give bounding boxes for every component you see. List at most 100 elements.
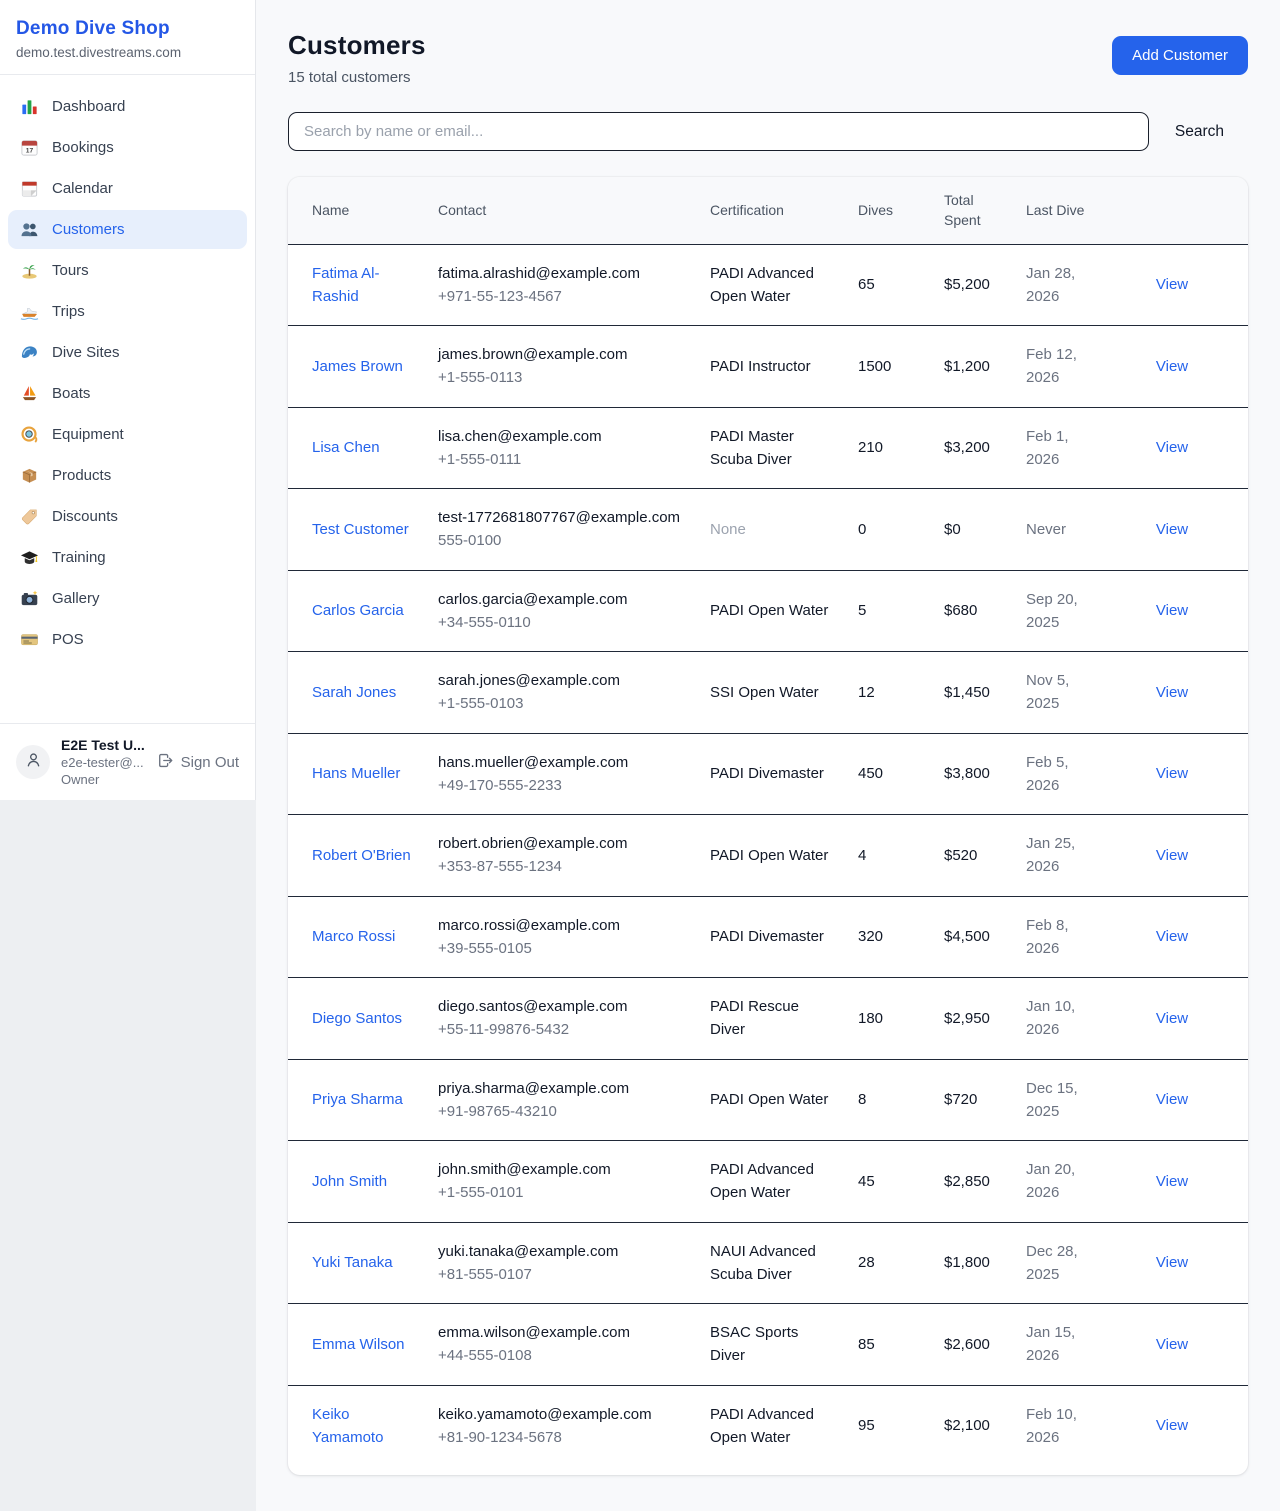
customer-certification: PADI Open Water [710, 1091, 828, 1108]
customer-name-link[interactable]: John Smith [312, 1170, 387, 1193]
customer-dives: 8 [858, 1091, 866, 1108]
sidebar-item-equipment[interactable]: Equipment [8, 415, 247, 454]
customer-last-dive: Feb 5, 2026 [1026, 754, 1069, 794]
customer-certification: PADI Open Water [710, 602, 828, 619]
view-customer-link[interactable]: View [1156, 1173, 1188, 1190]
customer-name-link[interactable]: Keiko Yamamoto [312, 1403, 414, 1450]
view-customer-link[interactable]: View [1156, 1091, 1188, 1108]
customer-email: keiko.yamamoto@example.com [438, 1403, 686, 1426]
package-icon [20, 466, 39, 485]
page-title: Customers [288, 30, 426, 61]
customer-name-link[interactable]: Robert O'Brien [312, 844, 411, 867]
customer-total-spent: $2,100 [944, 1417, 990, 1434]
customer-last-dive: Feb 8, 2026 [1026, 917, 1069, 957]
view-customer-link[interactable]: View [1156, 684, 1188, 701]
people-icon [20, 220, 39, 239]
view-customer-link[interactable]: View [1156, 276, 1188, 293]
sidebar-item-dashboard[interactable]: Dashboard [8, 87, 247, 126]
sidebar-item-bookings[interactable]: 17 Bookings [8, 128, 247, 167]
customer-certification: PADI Rescue Diver [710, 998, 799, 1038]
customer-name-link[interactable]: Sarah Jones [312, 681, 396, 704]
customer-dives: 180 [858, 1010, 883, 1027]
table-row: Robert O'Brien robert.obrien@example.com… [288, 815, 1248, 897]
customer-name-link[interactable]: Priya Sharma [312, 1088, 403, 1111]
customer-name-link[interactable]: Yuki Tanaka [312, 1251, 393, 1274]
table-header-row: Name Contact Certification Dives Total S… [288, 177, 1248, 244]
customer-name-link[interactable]: Hans Mueller [312, 762, 400, 785]
sidebar-item-label: POS [52, 631, 84, 648]
view-customer-link[interactable]: View [1156, 521, 1188, 538]
sidebar-item-calendar[interactable]: Calendar [8, 169, 247, 208]
sidebar-item-trips[interactable]: Trips [8, 292, 247, 331]
sidebar-item-dive-sites[interactable]: Dive Sites [8, 333, 247, 372]
customer-name-link[interactable]: Marco Rossi [312, 925, 395, 948]
camera-icon [20, 589, 39, 608]
customer-dives: 28 [858, 1254, 875, 1271]
sidebar-item-training[interactable]: Training [8, 538, 247, 577]
sign-out-button[interactable]: Sign Out [157, 752, 239, 773]
customer-email: carlos.garcia@example.com [438, 588, 686, 611]
customer-certification: PADI Advanced Open Water [710, 1406, 814, 1446]
sidebar-item-boats[interactable]: Boats [8, 374, 247, 413]
customer-phone: +1-555-0111 [438, 448, 686, 471]
view-customer-link[interactable]: View [1156, 1336, 1188, 1353]
sidebar-item-customers[interactable]: Customers [8, 210, 247, 249]
search-button[interactable]: Search [1149, 123, 1248, 141]
customer-total-spent: $720 [944, 1091, 977, 1108]
customer-phone: +49-170-555-2233 [438, 774, 686, 797]
column-header-contact: Contact [438, 177, 710, 244]
sidebar-item-tours[interactable]: Tours [8, 251, 247, 290]
shop-name: Demo Dive Shop [16, 18, 239, 40]
customer-email: john.smith@example.com [438, 1158, 686, 1181]
table-row: Marco Rossi marco.rossi@example.com +39-… [288, 896, 1248, 978]
view-customer-link[interactable]: View [1156, 602, 1188, 619]
view-customer-link[interactable]: View [1156, 765, 1188, 782]
column-header-total-spent: Total Spent [944, 177, 1026, 244]
customer-name-link[interactable]: Carlos Garcia [312, 599, 404, 622]
customer-certification: PADI Instructor [710, 358, 811, 375]
speedboat-icon [20, 302, 39, 321]
sign-out-label: Sign Out [181, 754, 239, 771]
customer-total-spent: $1,200 [944, 358, 990, 375]
sidebar-item-label: Dashboard [52, 98, 125, 115]
column-header-certification: Certification [710, 177, 858, 244]
add-customer-button[interactable]: Add Customer [1112, 36, 1248, 75]
customer-email: robert.obrien@example.com [438, 832, 686, 855]
view-customer-link[interactable]: View [1156, 1254, 1188, 1271]
sidebar-item-label: Equipment [52, 426, 124, 443]
table-row: John Smith john.smith@example.com +1-555… [288, 1141, 1248, 1223]
sidebar-item-label: Tours [52, 262, 89, 279]
sidebar-item-pos[interactable]: POS [8, 620, 247, 659]
sidebar-item-products[interactable]: Products [8, 456, 247, 495]
customer-total-spent: $0 [944, 521, 961, 538]
view-customer-link[interactable]: View [1156, 439, 1188, 456]
customer-certification: PADI Advanced Open Water [710, 1161, 814, 1201]
customer-name-link[interactable]: Lisa Chen [312, 436, 380, 459]
sidebar-item-label: Products [52, 467, 111, 484]
calendar-date-icon: 17 [20, 138, 39, 157]
customer-name-link[interactable]: Test Customer [312, 518, 409, 541]
search-input[interactable] [288, 112, 1149, 151]
view-customer-link[interactable]: View [1156, 847, 1188, 864]
customer-last-dive: Nov 5, 2025 [1026, 672, 1069, 712]
customer-phone: +34-555-0110 [438, 611, 686, 634]
customer-phone: 555-0100 [438, 529, 686, 552]
customer-name-link[interactable]: Diego Santos [312, 1007, 402, 1030]
customer-dives: 320 [858, 928, 883, 945]
view-customer-link[interactable]: View [1156, 1417, 1188, 1434]
customer-total-spent: $2,600 [944, 1336, 990, 1353]
view-customer-link[interactable]: View [1156, 358, 1188, 375]
customer-name-link[interactable]: James Brown [312, 355, 403, 378]
customer-last-dive: Sep 20, 2025 [1026, 591, 1078, 631]
sidebar-item-gallery[interactable]: Gallery [8, 579, 247, 618]
view-customer-link[interactable]: View [1156, 1010, 1188, 1027]
sidebar-item-discounts[interactable]: Discounts [8, 497, 247, 536]
view-customer-link[interactable]: View [1156, 928, 1188, 945]
customer-total-spent: $2,950 [944, 1010, 990, 1027]
customer-total-spent: $3,200 [944, 439, 990, 456]
customer-total-spent: $520 [944, 847, 977, 864]
customer-last-dive: Feb 1, 2026 [1026, 428, 1069, 468]
customer-name-link[interactable]: Fatima Al-Rashid [312, 262, 414, 309]
customer-total-spent: $2,850 [944, 1173, 990, 1190]
customer-name-link[interactable]: Emma Wilson [312, 1333, 405, 1356]
